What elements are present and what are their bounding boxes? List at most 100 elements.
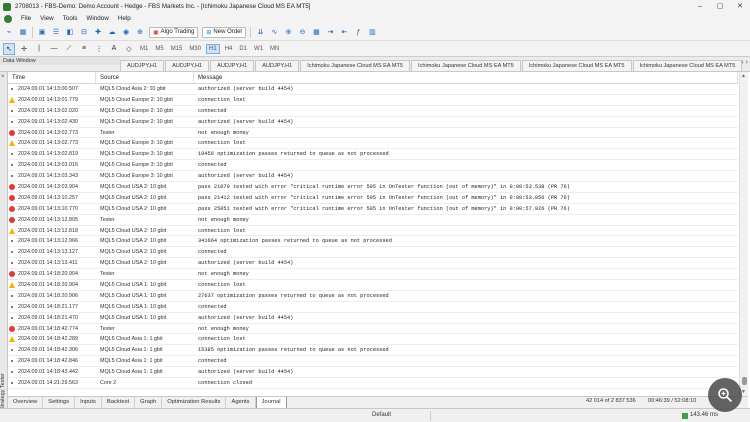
table-row[interactable]: 2024.09.01 14:21:29.563 Core 2 connection …: [8, 378, 738, 389]
vertical-scrollbar[interactable]: ▲ ▼: [739, 72, 748, 396]
menu-file[interactable]: File: [21, 15, 31, 22]
maximize-button[interactable]: ▢: [710, 0, 730, 13]
cursor-icon[interactable]: ↖: [3, 42, 15, 55]
table-row[interactable]: 2024.09.01 14:18:20.906 MQL5 Cloud USA 1:…: [8, 291, 738, 302]
market-watch-icon[interactable]: ◧: [65, 27, 75, 38]
menu-help[interactable]: Help: [118, 15, 131, 22]
table-row[interactable]: 2024.09.01 14:13:01.779 MQL5 Cloud Europe…: [8, 95, 738, 106]
table-row[interactable]: 2024.09.01 14:13:12.805 Tester not enough …: [8, 215, 738, 226]
chart-shift-icon[interactable]: ⇤: [339, 27, 349, 38]
lock-icon[interactable]: ⊟: [79, 27, 89, 38]
table-row[interactable]: 2024.09.01 14:13:10.257 MQL5 Cloud USA 2:…: [8, 193, 738, 204]
cloud-icon[interactable]: ☁: [107, 27, 117, 38]
table-row[interactable]: 2024.09.01 14:13:12.818 MQL5 Cloud USA 2:…: [8, 226, 738, 237]
chart-tab[interactable]: Ichimoku Japanese Cloud MS EA MT5: [411, 60, 521, 71]
tab-overview[interactable]: Overview: [8, 397, 44, 408]
table-row[interactable]: 2024.09.01 14:13:03.016 MQL5 Cloud Europe…: [8, 160, 738, 172]
profile-name[interactable]: Default: [372, 412, 391, 418]
grid-icon[interactable]: ▦: [311, 27, 321, 38]
depth-icon[interactable]: ⇊: [255, 27, 265, 38]
tab-scroll-icon[interactable]: ‹ ›: [741, 59, 748, 66]
table-row[interactable]: 2024.09.01 14:13:03.904 MQL5 Cloud USA 2:…: [8, 182, 738, 193]
horizontal-line-icon[interactable]: —: [48, 43, 60, 55]
chart-tab[interactable]: AUDJPY,H1: [210, 60, 255, 71]
timeframe-m30[interactable]: M30: [187, 45, 203, 53]
fibo-icon[interactable]: ⋮: [93, 43, 105, 55]
timeframe-h4[interactable]: H4: [223, 45, 235, 53]
timeframe-d1[interactable]: D1: [237, 45, 249, 53]
scroll-thumb[interactable]: [742, 377, 747, 385]
table-row[interactable]: 2024.09.01 14:13:00.507 MQL5 Cloud Asia 2…: [8, 84, 738, 95]
trendline-icon[interactable]: ⟋: [63, 43, 75, 55]
table-row[interactable]: 2024.09.01 14:13:02.773 MQL5 Cloud Europe…: [8, 138, 738, 150]
menu-view[interactable]: View: [40, 15, 54, 22]
table-row[interactable]: 2024.09.01 14:13:02.020 MQL5 Cloud Europe…: [8, 106, 738, 117]
crosshair-icon[interactable]: ✛: [18, 43, 30, 55]
timeframe-w1[interactable]: W1: [252, 45, 265, 53]
network-latency[interactable]: 143.46 ms: [690, 412, 718, 418]
timeframe-mn[interactable]: MN: [268, 45, 281, 53]
table-row[interactable]: 2024.09.01 14:18:42.306 MQL5 Cloud Asia 1…: [8, 345, 738, 357]
new-order-button[interactable]: ⊞ New Order: [202, 26, 247, 38]
channel-icon[interactable]: ≡: [78, 43, 90, 55]
chart-tab[interactable]: Ichimoku Japanese Cloud MS EA MT5: [521, 60, 632, 71]
table-row[interactable]: 2024.09.01 14:13:13.411 MQL5 Cloud USA 2:…: [8, 258, 738, 270]
indicators-icon[interactable]: ƒ: [353, 27, 363, 38]
new-chart-icon[interactable]: ▦: [18, 27, 28, 38]
data-window-icon[interactable]: ✚: [93, 27, 103, 38]
data-window-header[interactable]: Data Window: [0, 57, 120, 65]
tester-icon[interactable]: ⊕: [135, 27, 145, 38]
shapes-icon[interactable]: ◇: [123, 43, 135, 55]
column-header-source[interactable]: Source: [96, 72, 194, 83]
text-icon[interactable]: A: [108, 43, 120, 55]
timeframe-m5[interactable]: M5: [153, 45, 165, 53]
algo-trading-button[interactable]: ▣ Algo Trading: [149, 26, 199, 38]
chart-tab[interactable]: AUDJPY,H1: [120, 60, 165, 71]
close-button[interactable]: ✕: [730, 0, 750, 13]
chart-type-icon[interactable]: ⌁: [4, 27, 14, 38]
menu-window[interactable]: Window: [86, 15, 108, 22]
tab-settings[interactable]: Settings: [43, 397, 76, 408]
scroll-up-icon[interactable]: ▲: [741, 73, 746, 79]
autoscroll-icon[interactable]: ⇥: [325, 27, 335, 38]
table-row[interactable]: 2024.09.01 14:13:02.773 Tester not enough …: [8, 128, 738, 139]
folder-icon[interactable]: ▣: [37, 27, 47, 38]
table-row[interactable]: 2024.09.01 14:13:02.819 MQL5 Cloud Europe…: [8, 149, 738, 161]
zoom-overlay-button[interactable]: [708, 378, 742, 412]
tab-optimization-results[interactable]: Optimization Results: [162, 397, 227, 408]
close-panel-icon[interactable]: ×: [1, 74, 5, 80]
table-row[interactable]: 2024.09.01 14:18:42.774 Tester not enough …: [8, 324, 738, 335]
templates-icon[interactable]: ▥: [367, 27, 377, 38]
chart-tab[interactable]: AUDJPY,H1: [165, 60, 210, 71]
column-header-time[interactable]: Time: [8, 72, 96, 83]
table-row[interactable]: 2024.09.01 14:18:43.442 MQL5 Cloud Asia 1…: [8, 367, 738, 379]
table-row[interactable]: 2024.09.01 14:18:42.289 MQL5 Cloud Asia 1…: [8, 334, 738, 346]
chart-tab[interactable]: Ichimoku Japanese Cloud MS EA MT5: [632, 60, 743, 71]
timeframe-m15[interactable]: M15: [169, 45, 185, 53]
tab-agents[interactable]: Agents: [226, 397, 256, 408]
chart-tab[interactable]: Ichimoku Japanese Cloud MS EA MT5: [300, 60, 411, 71]
column-header-message[interactable]: Message: [194, 72, 738, 83]
signal-icon[interactable]: ∿: [269, 27, 279, 38]
tab-journal[interactable]: Journal: [255, 396, 287, 409]
table-row[interactable]: 2024.09.01 14:13:03.343 MQL5 Cloud Europe…: [8, 171, 738, 183]
table-row[interactable]: 2024.09.01 14:13:10.770 MQL5 Cloud USA 2:…: [8, 204, 738, 215]
table-row[interactable]: 2024.09.01 14:18:42.846 MQL5 Cloud Asia 1…: [8, 356, 738, 368]
timeframe-m1[interactable]: M1: [138, 45, 150, 53]
chart-settings-icon[interactable]: ◉: [121, 27, 131, 38]
table-row[interactable]: 2024.09.01 14:18:21.470 MQL5 Cloud USA 1:…: [8, 313, 738, 324]
menu-logo-icon[interactable]: [4, 14, 12, 23]
zoom-in-icon[interactable]: ⊕: [283, 27, 293, 38]
table-row[interactable]: 2024.09.01 14:13:02.430 MQL5 Cloud Europe…: [8, 117, 738, 128]
menu-tools[interactable]: Tools: [63, 15, 78, 22]
table-row[interactable]: 2024.09.01 14:18:20.904 MQL5 Cloud USA 1:…: [8, 280, 738, 291]
table-row[interactable]: 2024.09.01 14:18:21.177 MQL5 Cloud USA 1:…: [8, 302, 738, 313]
chart-tab[interactable]: AUDJPY,H1: [255, 60, 300, 71]
table-row[interactable]: 2024.09.01 14:13:12.966 MQL5 Cloud USA 2:…: [8, 236, 738, 248]
zoom-out-icon[interactable]: ⊖: [297, 27, 307, 38]
tab-inputs[interactable]: Inputs: [75, 397, 102, 408]
vertical-line-icon[interactable]: |: [33, 43, 45, 55]
minimize-button[interactable]: –: [690, 0, 710, 13]
timeframe-h1[interactable]: H1: [206, 43, 220, 54]
tab-backtest[interactable]: Backtest: [102, 397, 136, 408]
